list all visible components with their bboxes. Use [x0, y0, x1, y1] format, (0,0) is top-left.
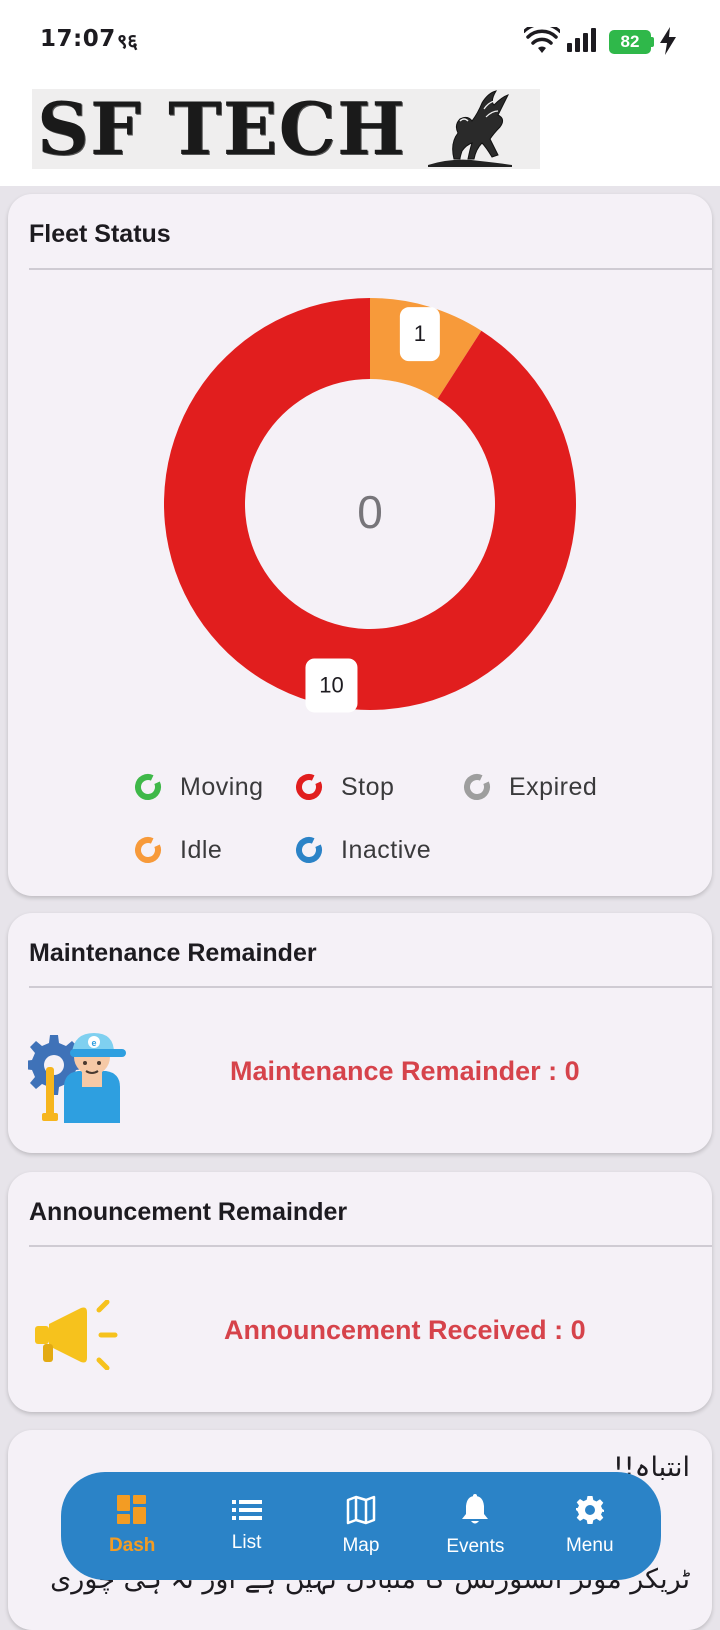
idle-legend-icon — [135, 837, 161, 863]
maintenance-title: Maintenance Remainder — [29, 939, 317, 967]
signal-icon — [567, 28, 596, 52]
legend-item-idle[interactable]: Idle — [134, 833, 222, 867]
bell-icon — [462, 1494, 489, 1524]
nav-map[interactable]: Map — [311, 1476, 411, 1576]
nav-label: Events — [446, 1536, 505, 1557]
legend-label: Moving — [180, 772, 264, 801]
legend-item-stop[interactable]: Stop — [295, 770, 394, 804]
announcement-count-text: Announcement Received : 0 — [224, 1315, 586, 1345]
announcement-title: Announcement Remainder — [29, 1198, 348, 1226]
expired-legend-icon — [464, 774, 490, 800]
nav-label: Dash — [108, 1535, 156, 1556]
nav-label: Map — [342, 1535, 380, 1556]
app-header: 17:07 ९६ 82 SF TECH — [0, 0, 720, 186]
dashboard-icon — [117, 1495, 147, 1524]
battery-icon: 82 — [609, 30, 651, 54]
stop-legend-icon — [296, 774, 322, 800]
megaphone-icon — [35, 1300, 118, 1370]
status-bar: 17:07 ९६ 82 — [0, 0, 720, 84]
legend-item-inactive[interactable]: Inactive — [295, 833, 431, 867]
notification-glyph: ९६ — [117, 29, 138, 53]
donut-data-label: 1 — [414, 321, 426, 346]
inactive-legend-icon — [296, 837, 322, 863]
maintenance-card[interactable]: Maintenance Remainder e Maintenance Rema… — [8, 913, 712, 1153]
announcement-divider — [29, 1245, 712, 1247]
legend-label: Idle — [180, 835, 223, 864]
wifi-icon — [524, 27, 560, 53]
gear-icon — [575, 1496, 604, 1524]
nav-label: List — [231, 1532, 262, 1553]
logo-text: SF TECH — [37, 86, 406, 171]
company-logo: SF TECH — [32, 89, 540, 169]
status-time: 17:07 — [40, 26, 116, 52]
announcement-card[interactable]: Announcement Remainder Announcement Rece… — [8, 1172, 712, 1412]
battery-tip — [651, 37, 654, 47]
legend-label: Inactive — [341, 835, 432, 864]
nav-label: Menu — [565, 1535, 614, 1556]
charging-icon — [660, 27, 676, 55]
legend-item-moving[interactable]: Moving — [134, 770, 264, 804]
legend-item-expired[interactable]: Expired — [463, 770, 597, 804]
fleet-status-card: Fleet Status 0 1 10 Moving Stop Expired I… — [8, 194, 712, 896]
nav-events[interactable]: Events — [425, 1476, 525, 1576]
svg-text:e: e — [91, 1038, 96, 1048]
nav-dash[interactable]: Dash — [82, 1476, 182, 1576]
nav-list[interactable]: List — [197, 1476, 297, 1576]
donut-data-label: 10 — [319, 672, 343, 697]
map-icon — [346, 1495, 376, 1525]
mechanic-icon: e — [28, 1033, 126, 1123]
griffin-logo-icon — [428, 90, 512, 167]
donut-center-value: 0 — [357, 486, 383, 538]
list-icon — [231, 1500, 262, 1520]
nav-menu[interactable]: Menu — [540, 1476, 640, 1576]
maintenance-divider — [29, 986, 712, 988]
maintenance-count-text: Maintenance Remainder : 0 — [230, 1056, 580, 1086]
legend-label: Expired — [509, 772, 598, 801]
legend-label: Stop — [341, 772, 395, 801]
bottom-navigation: Dash List Map Events Menu — [61, 1472, 661, 1580]
moving-legend-icon — [135, 774, 161, 800]
